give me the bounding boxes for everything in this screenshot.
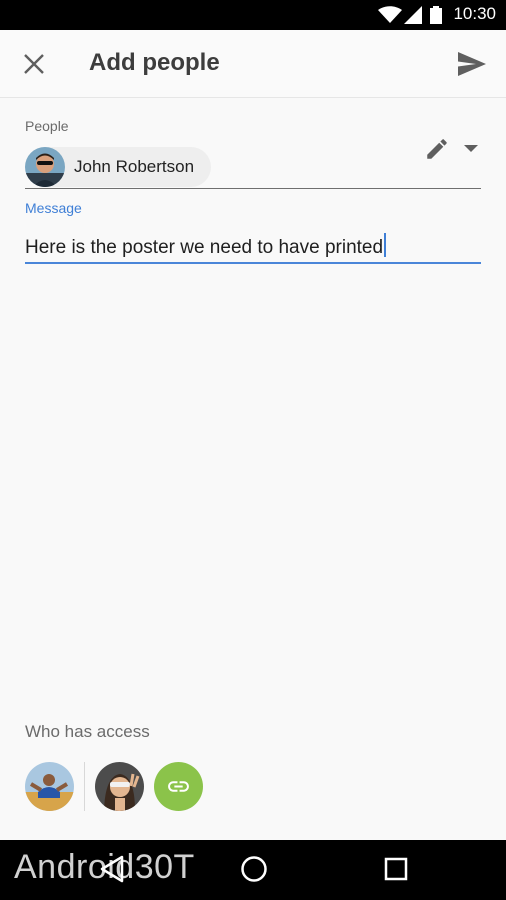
person-chip[interactable]: John Robertson <box>25 147 211 187</box>
link-share-button[interactable] <box>154 762 203 811</box>
text-cursor <box>384 233 387 257</box>
message-field-underline <box>25 262 481 264</box>
app-bar: Add people <box>0 30 506 98</box>
edit-icon[interactable] <box>424 136 450 162</box>
people-label: People <box>25 118 69 134</box>
status-time: 10:30 <box>453 4 496 23</box>
link-icon <box>168 781 189 792</box>
dropdown-icon[interactable] <box>463 144 479 154</box>
people-field-underline <box>25 188 481 189</box>
divider <box>84 762 85 811</box>
wifi-icon <box>378 6 402 23</box>
message-input[interactable]: Here is the poster we need to have print… <box>25 233 481 261</box>
status-bar: 10:30 <box>0 0 506 30</box>
signal-icon <box>404 6 422 24</box>
message-label: Message <box>25 200 82 216</box>
send-icon[interactable] <box>458 52 486 76</box>
home-icon[interactable] <box>240 855 268 883</box>
close-icon[interactable] <box>22 52 46 76</box>
page-title: Add people <box>89 49 220 76</box>
message-text: Here is the poster we need to have print… <box>25 237 384 258</box>
access-label: Who has access <box>25 722 150 741</box>
avatar[interactable] <box>25 762 74 811</box>
person-chip-name: John Robertson <box>74 157 195 176</box>
avatar[interactable] <box>95 762 144 811</box>
watermark: Android30T <box>14 848 195 886</box>
avatar <box>25 147 65 187</box>
battery-icon <box>430 6 442 24</box>
recents-icon[interactable] <box>384 855 408 883</box>
